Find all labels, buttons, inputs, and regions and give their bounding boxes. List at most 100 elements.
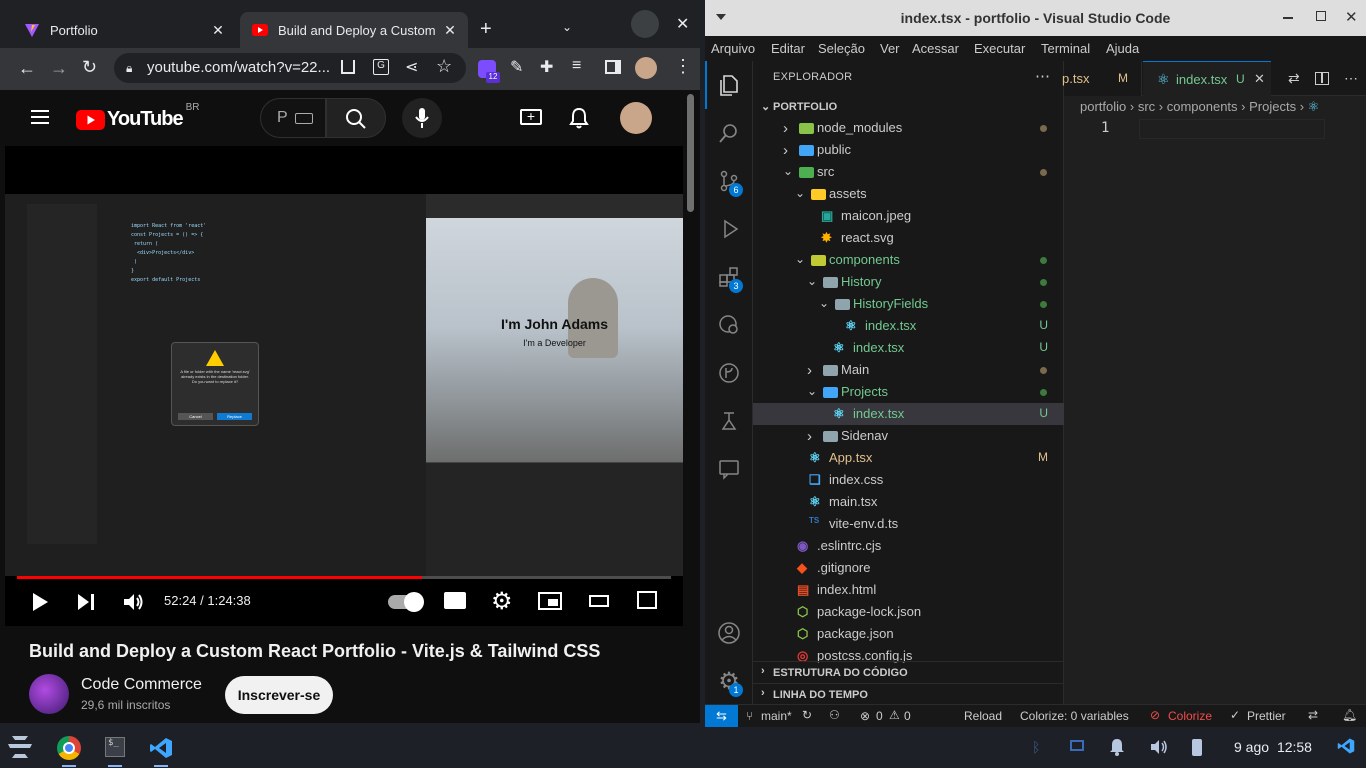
page-scrollbar[interactable]: [687, 94, 694, 212]
create-video-icon[interactable]: +: [520, 109, 542, 125]
testing-icon[interactable]: [705, 397, 753, 445]
menu-arquivo[interactable]: Arquivo: [711, 41, 755, 56]
terminal-taskbar-icon[interactable]: $_: [105, 737, 125, 757]
menu-selecao[interactable]: Seleção: [818, 41, 865, 56]
file-item[interactable]: ⚛ index.tsx U: [753, 403, 1064, 425]
close-icon[interactable]: ✕: [442, 22, 458, 38]
colorize-variables[interactable]: Colorize: 0 variables: [1020, 709, 1129, 723]
translate-icon[interactable]: G: [373, 59, 389, 75]
folder-item[interactable]: ⌄ src: [753, 161, 1064, 183]
file-item[interactable]: ⚛ index.tsx U: [753, 315, 1064, 337]
folder-item[interactable]: ⌄ History: [753, 271, 1064, 293]
play-icon[interactable]: [31, 592, 49, 612]
chrome-taskbar-icon[interactable]: [57, 736, 81, 760]
hamburger-icon[interactable]: [31, 110, 49, 124]
theater-icon[interactable]: [589, 595, 609, 607]
file-item[interactable]: ⬡ package.json: [753, 623, 1064, 645]
miniplayer-icon[interactable]: [538, 592, 562, 610]
menu-ver[interactable]: Ver: [880, 41, 900, 56]
prettier-button[interactable]: Prettier: [1247, 709, 1286, 723]
reload-icon[interactable]: ↻: [82, 57, 97, 78]
git-graph-status-icon[interactable]: ⚇: [829, 708, 840, 722]
menu-editar[interactable]: Editar: [771, 41, 805, 56]
close-window-button[interactable]: ✕: [676, 14, 689, 34]
remote-indicator[interactable]: ⇆: [705, 705, 738, 728]
sync-icon[interactable]: ↻: [802, 708, 812, 722]
puzzle-icon[interactable]: ✚: [540, 57, 553, 77]
voice-search-button[interactable]: [402, 98, 442, 138]
channel-avatar[interactable]: [29, 674, 69, 714]
outline-section[interactable]: › ESTRUTURA DO CÓDIGO: [753, 661, 1064, 683]
volume-icon[interactable]: [123, 592, 145, 612]
menu-acessar[interactable]: Acessar: [912, 41, 959, 56]
menu-ajuda[interactable]: Ajuda: [1106, 41, 1139, 56]
file-item[interactable]: ⚛ index.tsx U: [753, 337, 1064, 359]
split-editor-icon[interactable]: [1315, 72, 1329, 85]
restore-button[interactable]: [631, 10, 659, 38]
branch-name[interactable]: main*: [761, 709, 792, 723]
search-button[interactable]: [326, 98, 386, 138]
folder-item[interactable]: ⌄ HistoryFields: [753, 293, 1064, 315]
feedback-icon[interactable]: ⇄: [1308, 708, 1318, 722]
tab-portfolio[interactable]: Portfolio ✕: [8, 12, 236, 48]
more-actions-icon[interactable]: ⋯: [1035, 67, 1050, 85]
bell-icon[interactable]: [569, 107, 589, 129]
folder-item[interactable]: › node_modules: [753, 117, 1064, 139]
subscribe-button[interactable]: Inscrever-se: [225, 676, 333, 714]
vscode-taskbar-icon[interactable]: [149, 736, 173, 760]
sidepanel-icon[interactable]: [605, 60, 621, 74]
close-icon[interactable]: ✕: [1254, 71, 1265, 87]
battery-icon[interactable]: [1192, 739, 1202, 756]
menu-terminal[interactable]: Terminal: [1041, 41, 1090, 56]
file-item[interactable]: TS vite-env.d.ts: [753, 513, 1064, 535]
colorize-button[interactable]: Colorize: [1168, 709, 1212, 723]
display-icon[interactable]: [1070, 740, 1084, 751]
forward-icon[interactable]: →: [50, 58, 68, 79]
close-icon[interactable]: ✕: [210, 22, 226, 38]
subtitles-icon[interactable]: [444, 592, 466, 609]
current-line[interactable]: [1139, 119, 1325, 139]
editor-more-icon[interactable]: ⋯: [1344, 70, 1358, 87]
next-icon[interactable]: [77, 593, 95, 611]
install-icon[interactable]: [341, 60, 355, 74]
folder-item[interactable]: › public: [753, 139, 1064, 161]
notifications-icon[interactable]: [1109, 738, 1125, 756]
folder-item[interactable]: ⌄ components: [753, 249, 1064, 271]
explorer-icon[interactable]: [705, 61, 753, 109]
bluetooth-icon[interactable]: ᛒ: [1032, 739, 1040, 755]
error-count[interactable]: 0: [876, 709, 883, 723]
vscode-tray-icon[interactable]: [1337, 737, 1355, 755]
chat-icon[interactable]: [705, 445, 753, 493]
accounts-icon[interactable]: [705, 609, 753, 657]
file-item[interactable]: ▤ index.html: [753, 579, 1064, 601]
progress-bar[interactable]: [17, 576, 671, 579]
file-item[interactable]: ◉ .eslintrc.cjs: [753, 535, 1064, 557]
tab-index-tsx[interactable]: ⚛ index.tsx U ✕: [1143, 61, 1271, 96]
manage-gear-icon[interactable]: ⚙ 1: [705, 657, 753, 705]
extensions-icon[interactable]: 3: [705, 253, 753, 301]
notifications-icon[interactable]: 🔔︎: [1342, 708, 1357, 722]
folder-item[interactable]: › Main: [753, 359, 1064, 381]
back-icon[interactable]: ←: [18, 58, 36, 79]
settings-gear-icon[interactable]: ⚙: [491, 587, 513, 616]
folder-item[interactable]: › Sidenav: [753, 425, 1064, 447]
autoplay-toggle[interactable]: [388, 592, 424, 612]
youtube-logo[interactable]: YouTube BR: [76, 102, 199, 131]
warning-count[interactable]: 0: [904, 709, 911, 723]
file-item[interactable]: ❏ index.css: [753, 469, 1064, 491]
maximize-button[interactable]: [1316, 11, 1326, 21]
file-item[interactable]: ▣ maicon.jpeg: [753, 205, 1064, 227]
user-avatar[interactable]: [620, 102, 652, 134]
tab-app-tsx[interactable]: p.tsx M: [1062, 61, 1142, 96]
channel-name[interactable]: Code Commerce: [81, 676, 202, 694]
volume-icon[interactable]: [1150, 739, 1168, 755]
menu-icon[interactable]: ⋮: [674, 56, 692, 77]
clock[interactable]: 9 ago 12:58: [1234, 739, 1312, 755]
search-icon[interactable]: [705, 109, 753, 157]
folder-item[interactable]: ⌄ Projects: [753, 381, 1064, 403]
eyedropper-icon[interactable]: ✎: [510, 57, 523, 77]
git-graph-icon[interactable]: [705, 349, 753, 397]
fullscreen-icon[interactable]: [637, 591, 657, 609]
media-icon[interactable]: ≡: [572, 57, 581, 75]
search-input[interactable]: P: [260, 98, 326, 138]
